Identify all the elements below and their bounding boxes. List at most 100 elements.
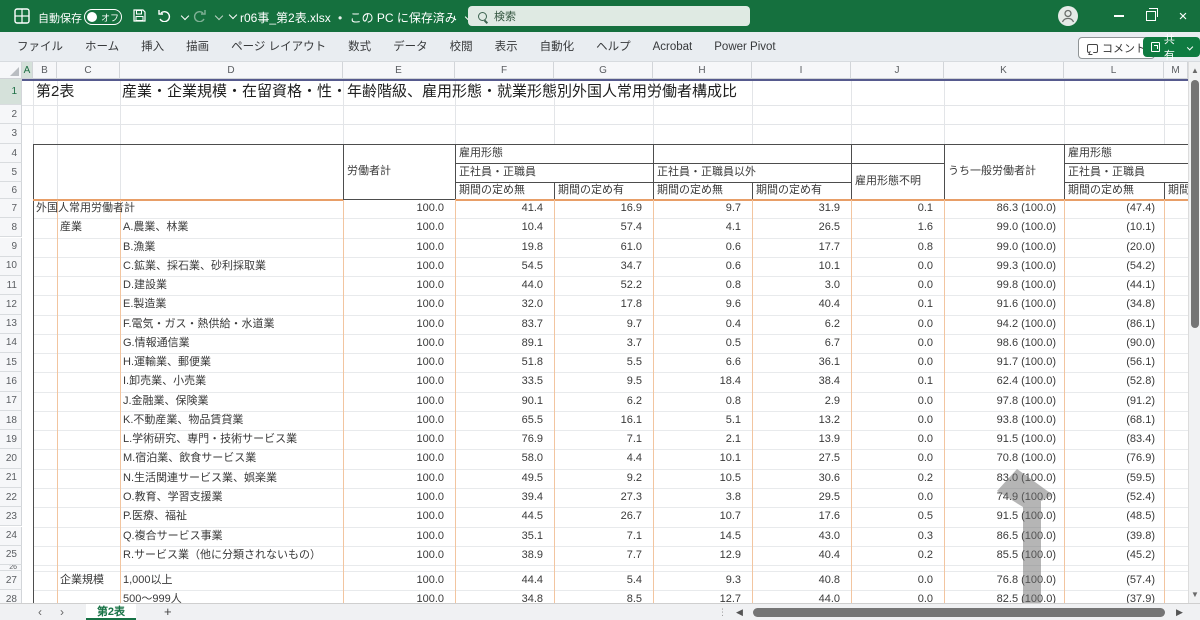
cell-I20[interactable]: 27.5 [752, 449, 851, 468]
horizontal-scroll-thumb[interactable] [753, 608, 1165, 617]
cell-E10[interactable]: 100.0 [343, 257, 455, 276]
cell-E14[interactable]: 100.0 [343, 334, 455, 353]
scroll-down-icon[interactable]: ▼ [1191, 590, 1199, 599]
cell-H16[interactable]: 18.4 [653, 372, 752, 391]
cell-G10[interactable]: 34.7 [554, 257, 653, 276]
cell-H21[interactable]: 10.5 [653, 469, 752, 488]
cell-D15-label[interactable]: H.運輸業、郵便業 [123, 353, 211, 372]
cell-D22-label[interactable]: O.教育、学習支援業 [123, 488, 223, 507]
column-header-C[interactable]: C [57, 62, 120, 79]
cell-K12[interactable]: 91.6 (100.0) [944, 295, 1064, 314]
cell-E15[interactable]: 100.0 [343, 353, 455, 372]
menu-tab-2[interactable]: ホーム [74, 32, 130, 62]
menu-tab-1[interactable]: ファイル [6, 32, 74, 62]
cell-I22[interactable]: 29.5 [752, 488, 851, 507]
cell-J12[interactable]: 0.1 [851, 295, 944, 314]
cell-K17[interactable]: 97.8 (100.0) [944, 392, 1064, 411]
cell-J27[interactable]: 0.0 [851, 571, 944, 590]
menu-tab-7[interactable]: データ [382, 32, 439, 62]
cell-L25[interactable]: (45.2) [1064, 546, 1164, 565]
cell-E22[interactable]: 100.0 [343, 488, 455, 507]
cell-D12-label[interactable]: E.製造業 [123, 295, 166, 314]
row-header-14[interactable]: 14 [0, 334, 22, 353]
row-header-20[interactable]: 20 [0, 449, 22, 468]
cell-G14[interactable]: 3.7 [554, 334, 653, 353]
cell-G25[interactable]: 7.7 [554, 546, 653, 565]
cell-D18-label[interactable]: K.不動産業、物品賃貸業 [123, 411, 243, 430]
account-avatar[interactable] [1058, 6, 1078, 26]
cell-G19[interactable]: 7.1 [554, 430, 653, 449]
cell-K22[interactable]: 74.9 (100.0) [944, 488, 1064, 507]
cell-D17-label[interactable]: J.金融業、保険業 [123, 392, 209, 411]
cell-G22[interactable]: 27.3 [554, 488, 653, 507]
cell-K25[interactable]: 85.5 (100.0) [944, 546, 1064, 565]
cell-H20[interactable]: 10.1 [653, 449, 752, 468]
cell-K9[interactable]: 99.0 (100.0) [944, 238, 1064, 257]
cell-H15[interactable]: 6.6 [653, 353, 752, 372]
cell-C8-group[interactable]: 産業 [60, 218, 82, 237]
cell-K20[interactable]: 70.8 (100.0) [944, 449, 1064, 468]
row-header-28[interactable]: 28 [0, 590, 22, 603]
cell-I17[interactable]: 2.9 [752, 392, 851, 411]
cell-H10[interactable]: 0.6 [653, 257, 752, 276]
cell-J28[interactable]: 0.0 [851, 590, 944, 603]
column-header-K[interactable]: K [944, 62, 1064, 79]
row-header-24[interactable]: 24 [0, 527, 22, 546]
cell-F21[interactable]: 49.5 [455, 469, 554, 488]
autosave-toggle[interactable]: オフ [84, 9, 122, 25]
cell-E18[interactable]: 100.0 [343, 411, 455, 430]
cell-K28[interactable]: 82.5 (100.0) [944, 590, 1064, 603]
cell-F15[interactable]: 51.8 [455, 353, 554, 372]
row-header-22[interactable]: 22 [0, 488, 22, 507]
cell-I21[interactable]: 30.6 [752, 469, 851, 488]
sheet-tab-active[interactable]: 第2表 [86, 604, 136, 620]
menu-tab-10[interactable]: 自動化 [529, 32, 586, 62]
cell-F17[interactable]: 90.1 [455, 392, 554, 411]
cell-L6-header[interactable]: 期間の定め無 [1064, 182, 1164, 199]
cell-J7[interactable]: 0.1 [851, 199, 944, 218]
cell-J19[interactable]: 0.0 [851, 430, 944, 449]
cell-E17[interactable]: 100.0 [343, 392, 455, 411]
cell-B7-label[interactable]: 外国人常用労働者計 [36, 199, 135, 218]
menu-tab-9[interactable]: 表示 [484, 32, 529, 62]
cell-L28[interactable]: (37.9) [1064, 590, 1164, 603]
cell-H11[interactable]: 0.8 [653, 276, 752, 295]
cell-L13[interactable]: (86.1) [1064, 315, 1164, 334]
cell-H9[interactable]: 0.6 [653, 238, 752, 257]
cell-G8[interactable]: 57.4 [554, 218, 653, 237]
cell-J5-header[interactable]: 雇用形態不明 [851, 163, 944, 199]
row-header-27[interactable]: 27 [0, 571, 22, 590]
cell-L20[interactable]: (76.9) [1064, 449, 1164, 468]
cell-H8[interactable]: 4.1 [653, 218, 752, 237]
row-header-25[interactable]: 25 [0, 546, 22, 565]
cell-J22[interactable]: 0.0 [851, 488, 944, 507]
row-header-4[interactable]: 4 [0, 144, 22, 163]
cell-F8[interactable]: 10.4 [455, 218, 554, 237]
cell-F7[interactable]: 41.4 [455, 199, 554, 218]
row-header-16[interactable]: 16 [0, 372, 22, 391]
cell-G24[interactable]: 7.1 [554, 527, 653, 546]
cell-G9[interactable]: 61.0 [554, 238, 653, 257]
vertical-scroll-thumb[interactable] [1191, 80, 1199, 328]
cell-G15[interactable]: 5.5 [554, 353, 653, 372]
cell-E27[interactable]: 100.0 [343, 571, 455, 590]
cell-L9[interactable]: (20.0) [1064, 238, 1164, 257]
cell-D28-label[interactable]: 500～999人 [123, 590, 182, 603]
cell-J14[interactable]: 0.0 [851, 334, 944, 353]
minimize-button[interactable] [1104, 0, 1134, 32]
column-header-B[interactable]: B [33, 62, 57, 79]
cell-H27[interactable]: 9.3 [653, 571, 752, 590]
cell-E28[interactable]: 100.0 [343, 590, 455, 603]
column-header-I[interactable]: I [752, 62, 851, 79]
menu-tab-12[interactable]: Acrobat [642, 32, 704, 62]
cell-L12[interactable]: (34.8) [1064, 295, 1164, 314]
cell-E20[interactable]: 100.0 [343, 449, 455, 468]
cell-H12[interactable]: 9.6 [653, 295, 752, 314]
cell-G27[interactable]: 5.4 [554, 571, 653, 590]
cell-C27-group[interactable]: 企業規模 [60, 571, 104, 590]
column-header-G[interactable]: G [554, 62, 653, 79]
cell-G11[interactable]: 52.2 [554, 276, 653, 295]
cell-L5-header[interactable]: 正社員・正職員 [1064, 163, 1188, 182]
cell-I24[interactable]: 43.0 [752, 527, 851, 546]
cell-I10[interactable]: 10.1 [752, 257, 851, 276]
